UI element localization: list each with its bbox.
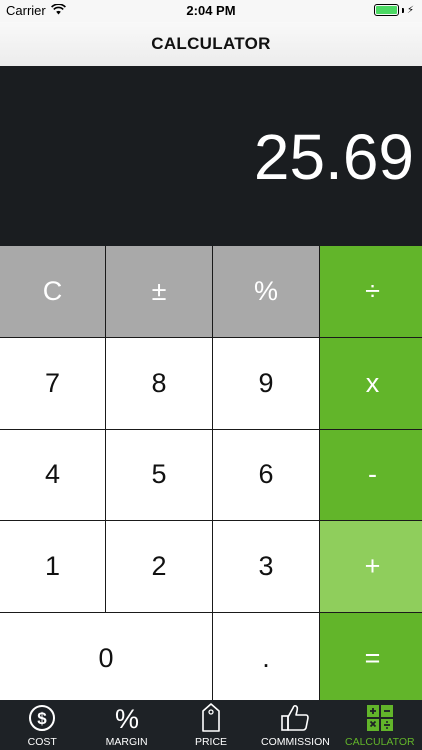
percent-button[interactable]: % <box>213 246 319 337</box>
tab-price[interactable]: PRICE <box>169 700 253 750</box>
equals-button[interactable]: = <box>320 613 422 704</box>
digit-7-button[interactable]: 7 <box>0 337 105 429</box>
battery-icon <box>373 4 399 16</box>
thumbs-up-icon <box>278 702 312 734</box>
tab-label: PRICE <box>194 736 228 748</box>
keypad: C ± % ÷ 7 8 9 x 4 5 6 - 1 2 3 + 0 . = <box>0 246 422 704</box>
add-button[interactable]: + <box>320 521 422 613</box>
nav-bar: CALCULATOR <box>0 22 422 66</box>
digit-6-button[interactable]: 6 <box>213 429 319 521</box>
display-value: 25.69 <box>253 121 414 193</box>
digit-9-button[interactable]: 9 <box>213 337 319 429</box>
digit-4-button[interactable]: 4 <box>0 429 105 521</box>
battery-tip <box>401 7 404 13</box>
clear-button[interactable]: C <box>0 246 105 337</box>
status-time: 2:04 PM <box>186 3 236 18</box>
decimal-button[interactable]: . <box>213 613 319 704</box>
tab-label: COMMISSION <box>261 736 330 748</box>
sign-toggle-button[interactable]: ± <box>106 246 212 337</box>
tab-bar: $ COST % MARGIN PRICE COMMISSION CALCULA… <box>0 700 422 750</box>
digit-8-button[interactable]: 8 <box>106 337 212 429</box>
digit-2-button[interactable]: 2 <box>106 521 212 613</box>
tab-commission[interactable]: COMMISSION <box>253 700 337 750</box>
tab-margin[interactable]: % MARGIN <box>84 700 168 750</box>
charging-icon: ⚡ <box>406 4 414 16</box>
svg-text:%: % <box>115 704 139 732</box>
status-bar: Carrier 2:04 PM ⚡ <box>0 0 422 22</box>
divide-button[interactable]: ÷ <box>320 246 422 337</box>
page-title: CALCULATOR <box>151 34 271 53</box>
price-tag-icon <box>194 702 228 734</box>
digit-0-button[interactable]: 0 <box>0 613 212 704</box>
subtract-button[interactable]: - <box>320 429 422 521</box>
dollar-icon: $ <box>25 702 59 734</box>
svg-text:$: $ <box>37 709 47 728</box>
digit-3-button[interactable]: 3 <box>213 521 319 613</box>
calculator-icon <box>363 702 397 734</box>
tab-label: CALCULATOR <box>345 736 415 748</box>
status-right: ⚡ <box>373 4 414 16</box>
percent-icon: % <box>110 702 144 734</box>
tab-label: MARGIN <box>105 736 148 748</box>
tab-calculator[interactable]: CALCULATOR <box>338 700 422 750</box>
tab-label: COST <box>27 736 57 748</box>
digit-5-button[interactable]: 5 <box>106 429 212 521</box>
calculator-display: 25.69 <box>0 66 422 246</box>
digit-1-button[interactable]: 1 <box>0 521 105 613</box>
multiply-button[interactable]: x <box>320 337 422 429</box>
tab-cost[interactable]: $ COST <box>0 700 84 750</box>
